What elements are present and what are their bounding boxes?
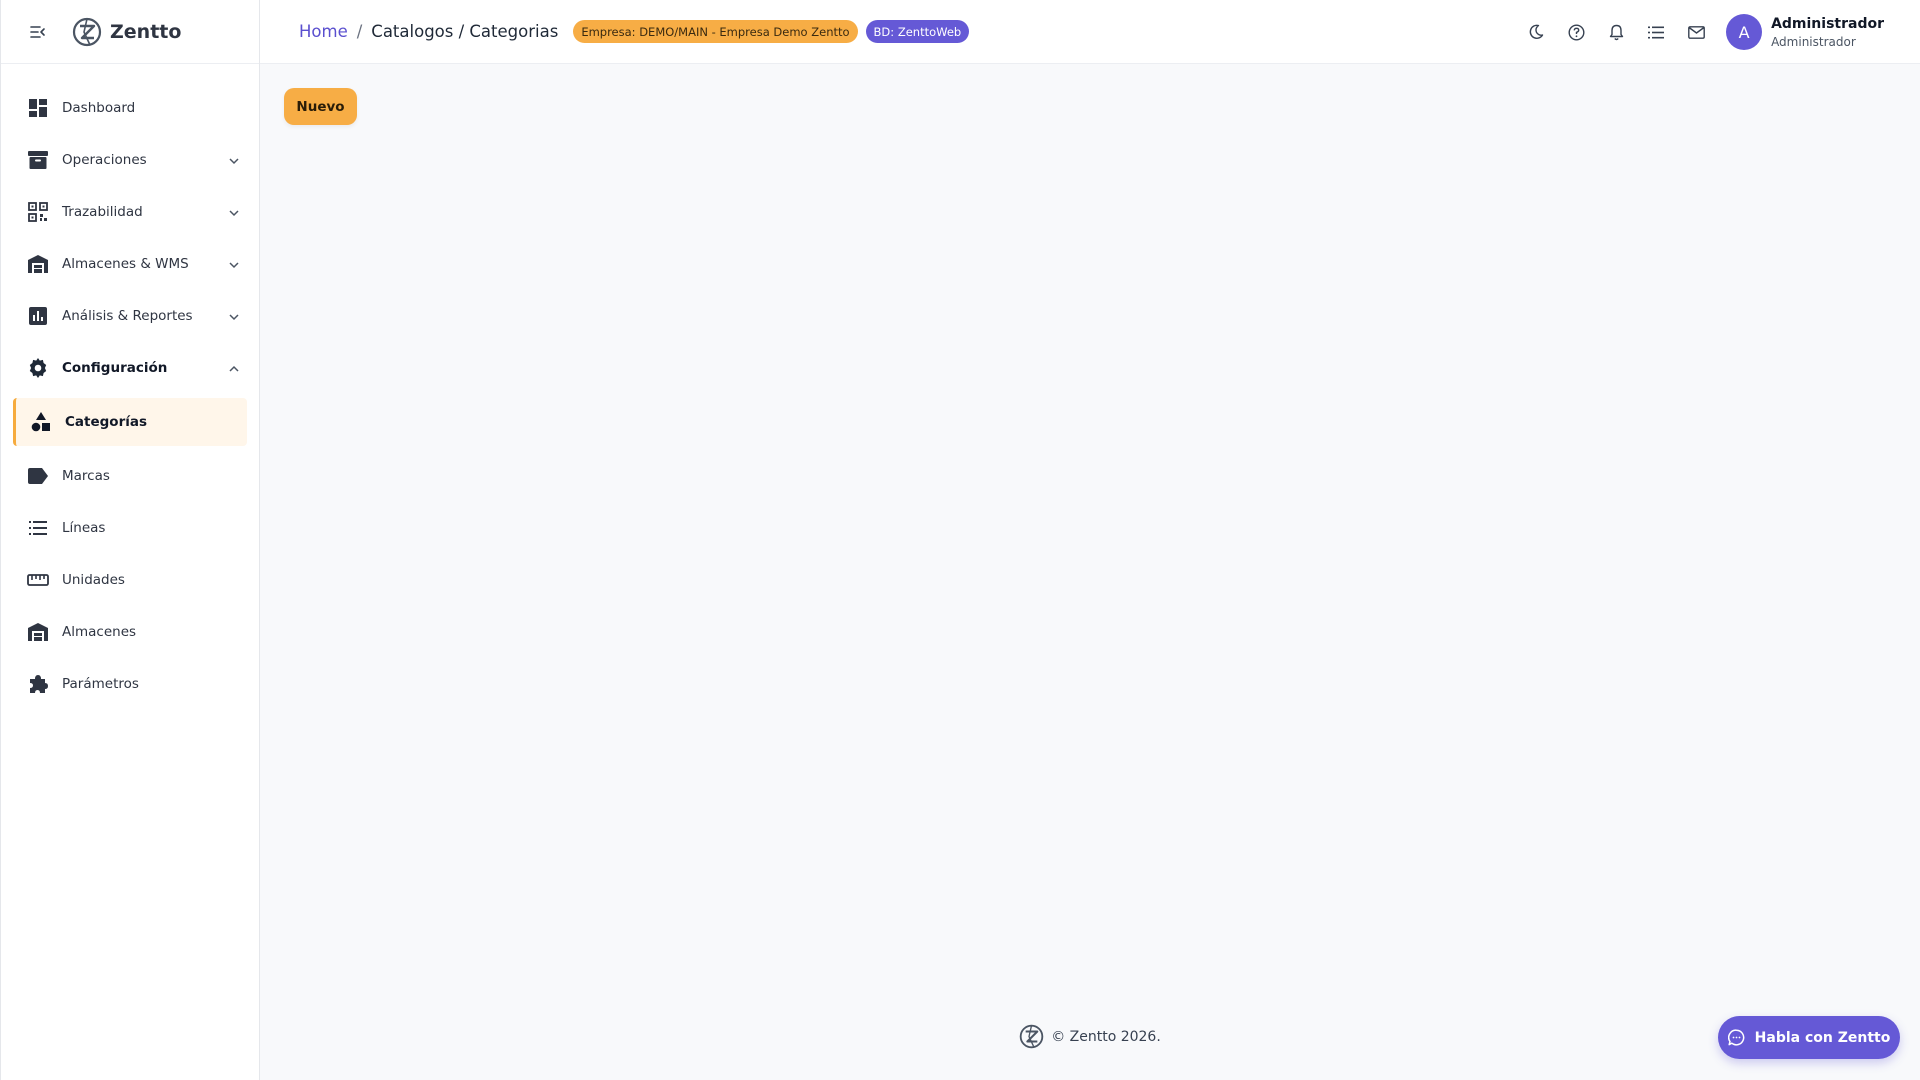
user-role: Administrador [1771,34,1856,49]
notifications-bell-icon[interactable] [1596,12,1636,52]
new-button[interactable]: Nuevo [284,88,357,125]
sidebar-item-label: Unidades [62,572,125,588]
chat-with-zentto-button[interactable]: Habla con Zentto [1718,1016,1900,1059]
chevron-down-icon [227,205,241,219]
zentto-logo-icon [1019,1024,1044,1049]
sidebar-item-label: Marcas [62,468,110,484]
archive-box-icon [27,149,49,171]
sidebar-item-unidades[interactable]: Unidades [1,554,259,606]
ruler-icon [27,569,49,591]
sidebar-item-marcas[interactable]: Marcas [1,450,259,502]
footer-copyright: © Zentto 2026. [1051,1028,1161,1045]
sidebar-item-label: Operaciones [62,152,147,168]
user-info: Administrador Administrador [1771,16,1884,49]
sidebar-item-configuracion[interactable]: Configuración [1,342,259,394]
database-badge[interactable]: BD: ZenttoWeb [865,20,970,43]
breadcrumb-home-link[interactable]: Home [299,22,348,41]
bar-chart-icon [27,305,49,327]
breadcrumb-current: Catalogos / Categorias [371,22,559,41]
qr-code-icon [27,201,49,223]
label-tag-icon [27,465,49,487]
breadcrumb: Home / Catalogos / Categorias [299,22,558,41]
sidebar-nav: Dashboard Operaciones Trazabilidad Almac… [1,64,259,710]
chevron-up-icon [227,361,241,375]
brand-name[interactable]: Zentto [110,21,181,43]
sidebar-item-label: Análisis & Reportes [62,308,193,324]
main-content: Nuevo © Zentto 2026. Habla con Zentto [260,64,1920,1080]
sidebar: Zentto Dashboard Operaciones Trazabilida… [0,0,260,1080]
chat-bubble-icon [1728,1029,1746,1047]
chevron-down-icon [227,309,241,323]
header-actions: A Administrador Administrador [1516,0,1920,64]
sidebar-item-label: Dashboard [62,100,136,116]
chat-button-label: Habla con Zentto [1754,1029,1891,1046]
menu-collapse-icon[interactable] [27,21,49,43]
warehouse-icon [27,621,49,643]
gear-icon [27,357,49,379]
sidebar-item-label: Almacenes & WMS [62,256,189,272]
list-lines-icon [27,517,49,539]
mail-icon[interactable] [1676,12,1716,52]
sidebar-item-almacenes[interactable]: Almacenes [1,606,259,658]
sidebar-item-analisis-reportes[interactable]: Análisis & Reportes [1,290,259,342]
empresa-badge[interactable]: Empresa: DEMO/MAIN - Empresa Demo Zentto [573,20,858,43]
sidebar-item-label: Parámetros [62,676,139,692]
warehouse-icon [27,253,49,275]
dashboard-icon [27,97,49,119]
dark-mode-icon[interactable] [1516,12,1556,52]
sidebar-item-parametros[interactable]: Parámetros [1,658,259,710]
tasks-list-icon[interactable] [1636,12,1676,52]
sidebar-item-almacenes-wms[interactable]: Almacenes & WMS [1,238,259,290]
sidebar-item-dashboard[interactable]: Dashboard [1,82,259,134]
help-icon[interactable] [1556,12,1596,52]
top-bar: Home / Catalogos / Categorias Empresa: D… [260,0,1920,64]
zentto-logo-icon[interactable] [72,17,102,47]
breadcrumb-separator: / [356,22,363,41]
chevron-down-icon [227,153,241,167]
footer: © Zentto 2026. [260,1024,1920,1049]
sidebar-item-categorias[interactable]: Categorías [13,398,247,446]
sidebar-item-label: Trazabilidad [62,204,143,220]
sidebar-item-label: Configuración [62,360,168,376]
sidebar-item-trazabilidad[interactable]: Trazabilidad [1,186,259,238]
sidebar-item-label: Líneas [62,520,106,536]
avatar[interactable]: A [1726,14,1763,50]
sidebar-item-label: Almacenes [62,624,137,640]
sidebar-item-lineas[interactable]: Líneas [1,502,259,554]
user-menu[interactable]: A Administrador Administrador [1726,14,1884,50]
chevron-down-icon [227,257,241,271]
category-shapes-icon [30,411,52,433]
user-name: Administrador [1771,15,1884,32]
brand-bar: Zentto [1,0,259,64]
puzzle-icon [27,673,49,695]
sidebar-item-operaciones[interactable]: Operaciones [1,134,259,186]
sidebar-item-label: Categorías [65,414,147,430]
